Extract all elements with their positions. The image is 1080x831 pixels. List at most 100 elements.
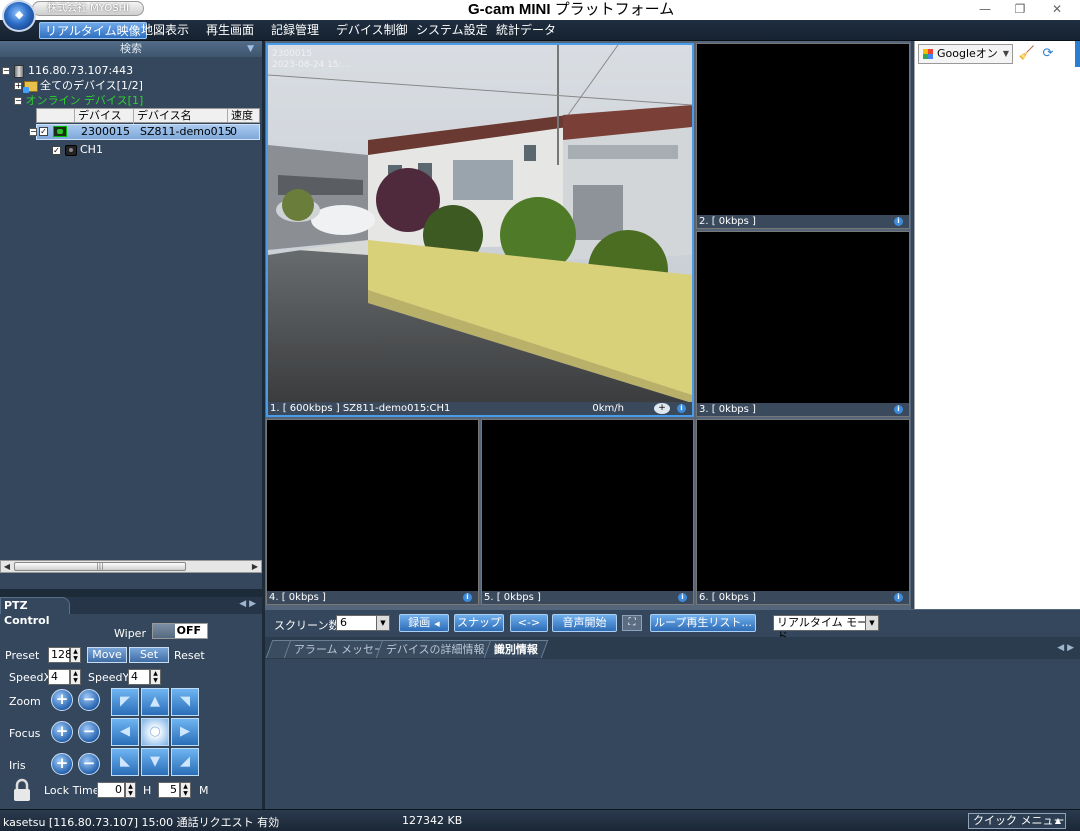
horizontal-scrollbar[interactable]: ◀ ||| ▶ xyxy=(0,560,262,573)
lock-hours-input[interactable]: 0 xyxy=(97,782,125,798)
header-device-name[interactable]: デバイス名 xyxy=(134,109,228,122)
channel-label: CH1 xyxy=(80,143,103,156)
tab-identification[interactable]: 識別情報 xyxy=(483,640,549,658)
lock-hours-stepper[interactable]: ▲ ▼ xyxy=(125,782,136,798)
video-tile-2[interactable]: 2. [ 0kbps ] i xyxy=(696,43,910,229)
lock-minutes-stepper[interactable]: ▲ ▼ xyxy=(180,782,191,798)
swap-button[interactable]: <-> xyxy=(510,614,548,632)
preset-label: Preset xyxy=(5,649,40,662)
tilt-down-button[interactable]: ▼ xyxy=(141,748,169,776)
video-tile-3[interactable]: 3. [ 0kbps ] i xyxy=(696,231,910,417)
video-tile-6[interactable]: 6. [ 0kbps ] i xyxy=(696,419,910,605)
app-logo-icon[interactable]: ◆ xyxy=(2,0,36,32)
map-edge-tab[interactable] xyxy=(1075,41,1080,67)
device-checkbox[interactable]: ✓ xyxy=(39,127,48,136)
search-header[interactable]: 検索 ▼ xyxy=(0,41,262,57)
video-tile-5-status: 5. [ 0kbps ] i xyxy=(482,591,693,604)
mode-select[interactable]: リアルタイム モード▼ xyxy=(773,615,879,643)
preset-input[interactable]: 128 xyxy=(48,647,72,663)
loop-playlist-button[interactable]: ループ再生リスト... xyxy=(650,614,756,632)
tree-all-devices[interactable]: + 全てのデバイス[1/2] xyxy=(14,78,143,93)
tree-online-devices[interactable]: − オンライン デバイス[1] xyxy=(14,93,143,108)
record-button[interactable]: 録画 ◀ xyxy=(399,614,449,632)
tilt-up-button[interactable]: ▲ xyxy=(141,688,169,716)
wiper-toggle[interactable]: OFF xyxy=(152,623,208,639)
quick-menu-button[interactable]: クイック メニュー ▲ xyxy=(968,813,1066,829)
zoom-icon[interactable]: + xyxy=(654,403,670,414)
menu-map[interactable]: 地図表示 xyxy=(136,22,194,39)
panel-splitter[interactable] xyxy=(0,589,262,596)
video-tile-5[interactable]: 5. [ 0kbps ] i xyxy=(481,419,694,605)
speedx-input[interactable]: 4 xyxy=(48,669,70,685)
info-icon[interactable]: i xyxy=(463,593,472,602)
reset-button[interactable]: Reset xyxy=(174,649,205,662)
map-pane[interactable]: Googleオン ▼ 🧹 ⟳ xyxy=(914,41,1080,609)
info-icon[interactable]: i xyxy=(894,593,903,602)
ptz-tab[interactable]: PTZ Control xyxy=(0,597,70,627)
snapshot-button[interactable]: スナップ◀ xyxy=(454,614,504,644)
collapse-icon[interactable]: − xyxy=(14,97,22,105)
minimize-button[interactable]: — xyxy=(975,2,995,17)
panel-nav-icon[interactable]: ◀ ▶ xyxy=(239,599,256,609)
table-row[interactable]: − ✓ 2300015 SZ811-demo015 0 xyxy=(29,124,260,140)
zoom-in-button[interactable]: + xyxy=(51,689,73,711)
scrollbar-thumb[interactable]: ||| xyxy=(14,562,186,571)
audio-start-button[interactable]: 音声開始 xyxy=(552,614,617,632)
collapse-icon[interactable]: − xyxy=(2,67,10,75)
pan-right-button[interactable]: ▶ xyxy=(171,718,199,746)
speedx-stepper[interactable]: ▲ ▼ xyxy=(70,669,81,685)
pan-up-left-button[interactable]: ◤ xyxy=(111,688,139,716)
video-tile-1[interactable]: 2300015 2023-08-24 15:... ... 1. [ 600kb… xyxy=(266,43,694,417)
restore-button[interactable]: ❐ xyxy=(1010,2,1030,17)
scroll-left-icon[interactable]: ◀ xyxy=(1,561,13,572)
expand-icon[interactable]: + xyxy=(14,82,22,90)
info-icon[interactable]: i xyxy=(894,405,903,414)
screen-count-select[interactable]: 6 ▼ xyxy=(336,615,390,631)
menu-realtime-video[interactable]: リアルタイム映像 xyxy=(39,22,147,39)
pan-left-button[interactable]: ◀ xyxy=(111,718,139,746)
ptz-home-button[interactable]: ○ xyxy=(141,718,169,746)
menu-device-control[interactable]: デバイス制御 xyxy=(331,22,413,39)
menu-playback[interactable]: 再生画面 xyxy=(201,22,259,39)
lock-minutes-input[interactable]: 5 xyxy=(158,782,180,798)
tree-server[interactable]: − 116.80.73.107:443 xyxy=(2,63,133,78)
focus-out-button[interactable]: − xyxy=(78,721,100,743)
info-icon[interactable]: i xyxy=(894,217,903,226)
focus-in-button[interactable]: + xyxy=(51,721,73,743)
tab-device-details[interactable]: デバイスの詳細情報 xyxy=(375,640,495,658)
channel-checkbox[interactable]: ✓ xyxy=(52,145,61,155)
video-tile-4[interactable]: 4. [ 0kbps ] i xyxy=(266,419,479,605)
iris-open-button[interactable]: + xyxy=(51,753,73,775)
refresh-icon[interactable]: ⟳ xyxy=(1039,45,1057,63)
pan-down-left-button[interactable]: ◣ xyxy=(111,748,139,776)
menu-statistics[interactable]: 統計データ xyxy=(491,22,561,39)
tile-6-label: 6. [ 0kbps ] xyxy=(699,592,756,603)
online-device-icon xyxy=(53,126,67,137)
fullscreen-icon[interactable]: ⛶ xyxy=(622,615,642,631)
zoom-out-button[interactable]: − xyxy=(78,689,100,711)
header-speed[interactable]: 速度 xyxy=(228,109,260,122)
speedy-input[interactable]: 4 xyxy=(128,669,150,685)
broom-icon[interactable]: 🧹 xyxy=(1018,45,1036,63)
pan-down-right-button[interactable]: ◢ xyxy=(171,748,199,776)
map-type-select[interactable]: Googleオン ▼ xyxy=(918,44,1013,64)
iris-close-button[interactable]: − xyxy=(78,753,100,775)
speedy-stepper[interactable]: ▲ ▼ xyxy=(150,669,161,685)
lock-icon[interactable] xyxy=(12,778,32,802)
menu-system-settings[interactable]: システム設定 xyxy=(411,22,493,39)
chevron-down-icon[interactable]: ▼ xyxy=(247,41,254,57)
move-button[interactable]: Move xyxy=(87,647,127,663)
collapse-icon[interactable]: − xyxy=(29,128,37,136)
info-icon[interactable]: i xyxy=(678,593,687,602)
tree-channel[interactable]: ✓ CH1 xyxy=(52,142,103,157)
set-button[interactable]: Set xyxy=(129,647,169,663)
info-icon[interactable]: i xyxy=(677,404,686,413)
menu-records[interactable]: 記録管理 xyxy=(266,22,324,39)
pan-up-right-button[interactable]: ◥ xyxy=(171,688,199,716)
scroll-right-icon[interactable]: ▶ xyxy=(249,561,261,572)
tab-nav-icon[interactable]: ◀ ▶ xyxy=(1057,643,1074,653)
close-button[interactable]: ✕ xyxy=(1047,2,1067,17)
app-title: G-cam MINI プラットフォーム xyxy=(468,0,674,19)
info-tabs: アラーム メッセージ デバイスの詳細情報 識別情報 ◀ ▶ xyxy=(265,637,1080,659)
preset-stepper[interactable]: ▲ ▼ xyxy=(70,647,81,663)
